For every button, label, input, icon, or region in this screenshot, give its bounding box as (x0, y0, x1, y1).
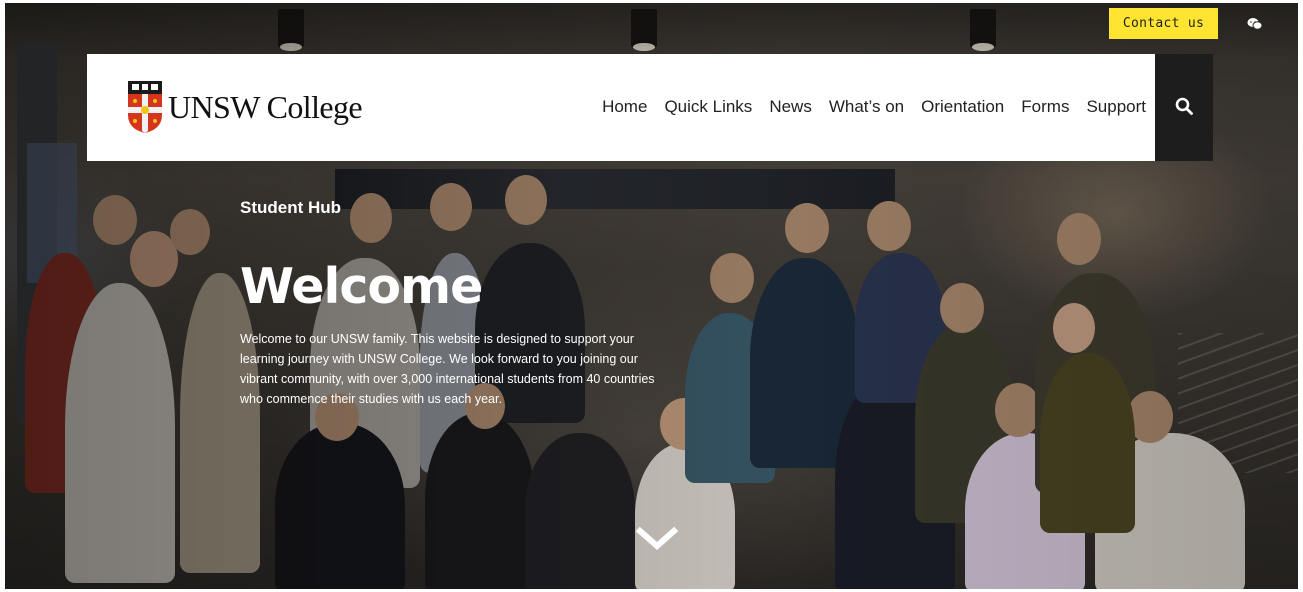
logo-text: UNSW College (168, 88, 363, 125)
nav-item-orientation[interactable]: Orientation (921, 97, 1004, 117)
primary-nav: Home Quick Links News What’s on Orientat… (602, 97, 1146, 117)
nav-item-support[interactable]: Support (1086, 97, 1146, 117)
nav-item-forms[interactable]: Forms (1021, 97, 1069, 117)
nav-item-whats-on[interactable]: What’s on (829, 97, 904, 117)
search-button[interactable] (1155, 54, 1213, 161)
hero-section: Student Hub Welcome Welcome to our UNSW … (240, 198, 670, 409)
site-logo[interactable]: UNSW College (128, 81, 363, 133)
search-icon (1175, 97, 1193, 118)
hero-body: Welcome to our UNSW family. This website… (240, 332, 655, 406)
nav-item-home[interactable]: Home (602, 97, 647, 117)
chevron-down-icon[interactable] (634, 524, 680, 554)
main-navbar: UNSW College Home Quick Links News What’… (87, 54, 1155, 161)
contact-us-button[interactable]: Contact us (1109, 8, 1218, 39)
hero-eyebrow: Student Hub (240, 198, 342, 217)
hero-title: Welcome (240, 258, 483, 315)
wechat-icon[interactable] (1247, 17, 1263, 31)
nav-item-news[interactable]: News (769, 97, 812, 117)
unsw-crest-icon (128, 81, 162, 133)
nav-item-quick-links[interactable]: Quick Links (664, 97, 752, 117)
